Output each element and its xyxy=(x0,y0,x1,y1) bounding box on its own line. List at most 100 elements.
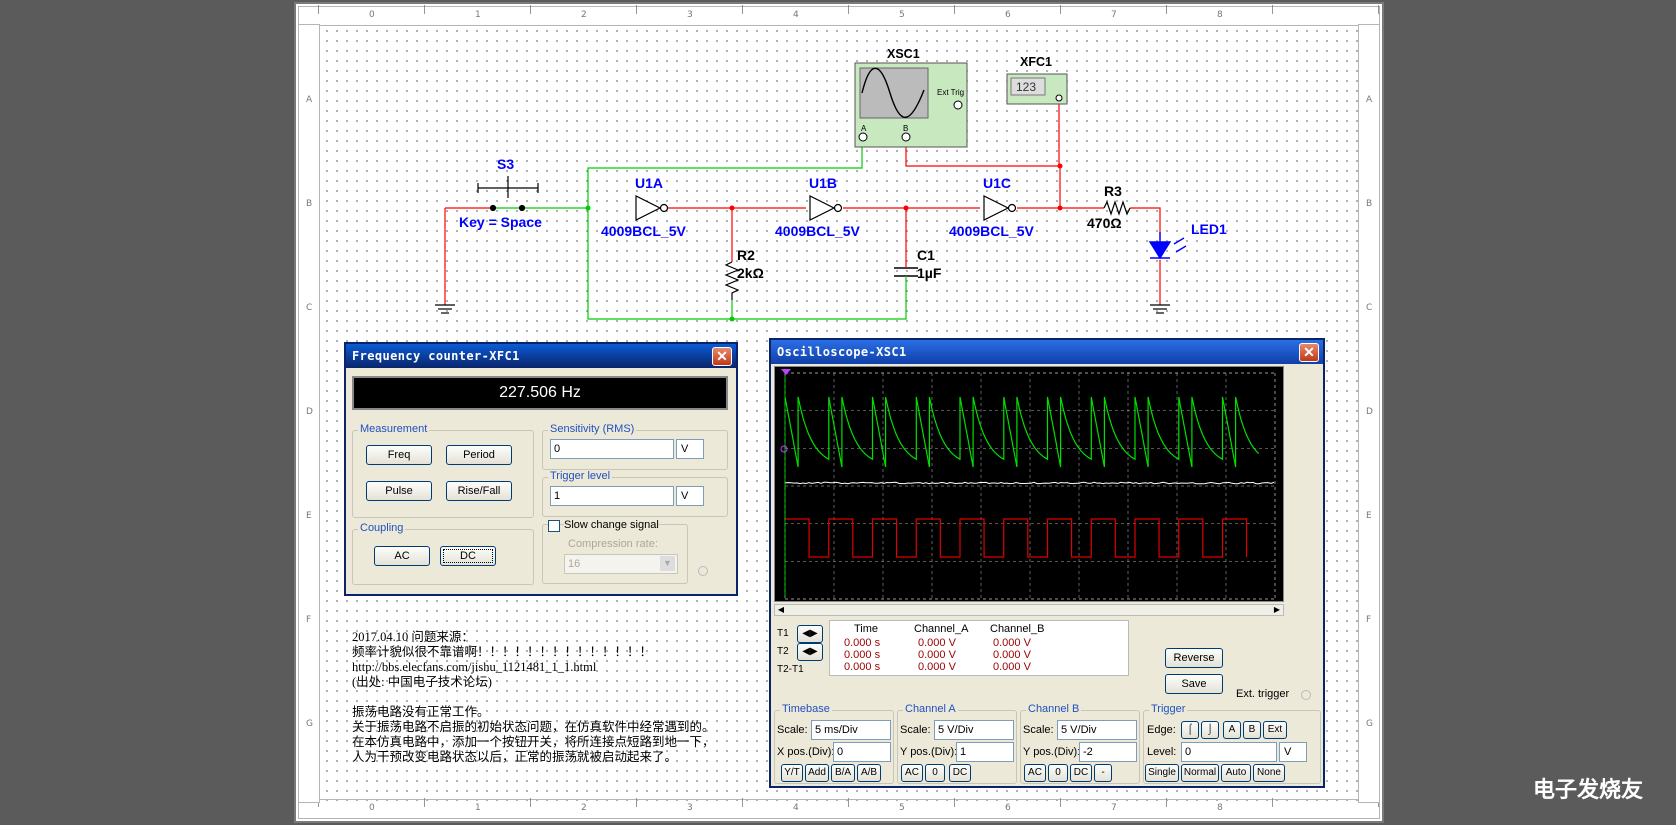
readout-cell: 0.000 s xyxy=(844,649,880,661)
slow-change-checkbox[interactable] xyxy=(548,520,560,532)
channel-b-ac-button[interactable]: AC xyxy=(1024,764,1046,782)
window-title: Frequency counter-XFC1 xyxy=(346,344,736,368)
window-title: Oscilloscope-XSC1 xyxy=(771,340,1323,364)
readout-cell: 0.000 V xyxy=(993,661,1031,673)
channel-a-ground-button[interactable]: 0 xyxy=(925,764,945,782)
channel-a-scale-input[interactable]: 5 V/Div xyxy=(934,720,1014,740)
channel-b-scale-input[interactable]: 5 V/Div xyxy=(1057,720,1137,740)
scroll-right-icon[interactable]: ▶ xyxy=(1271,605,1283,615)
save-button[interactable]: Save xyxy=(1165,674,1223,694)
resistor-r3[interactable] xyxy=(1104,202,1130,214)
reverse-button[interactable]: Reverse xyxy=(1165,648,1223,668)
readout-cell: 0.000 V xyxy=(918,661,956,673)
channel-b-terminal: B xyxy=(903,124,908,133)
ext-trigger-terminal-icon[interactable] xyxy=(1301,690,1311,700)
rising-edge-icon[interactable]: ⌠ xyxy=(1181,721,1199,739)
note-line: (出处: 中国电子技术论坛) xyxy=(352,675,762,690)
u1c-label: U1C xyxy=(983,175,1011,191)
trigger-source-b-button[interactable]: B xyxy=(1243,721,1261,739)
note-line: http://bbs.elecfans.com/jishu_1121481_1_… xyxy=(352,660,762,675)
auto-trigger-button[interactable]: Auto xyxy=(1221,764,1251,782)
falling-edge-icon[interactable]: ⌡ xyxy=(1201,721,1219,739)
scroll-left-icon[interactable]: ◀ xyxy=(775,605,787,615)
channel-b-dc-button[interactable]: DC xyxy=(1070,764,1092,782)
led-diode[interactable] xyxy=(1150,232,1186,258)
trigger-level-input[interactable]: 0 xyxy=(1181,742,1277,762)
period-button[interactable]: Period xyxy=(446,445,512,465)
channel-a-offset-marker[interactable] xyxy=(781,446,787,452)
u1a-part: 4009BCL_5V xyxy=(601,223,686,239)
compression-label: Compression rate: xyxy=(568,538,658,550)
x-pos-input[interactable]: 0 xyxy=(833,742,891,762)
trigger-level-input[interactable]: 1 xyxy=(550,486,674,506)
dc-coupling-button[interactable]: DC xyxy=(440,546,496,566)
channel-b-ypos-input[interactable]: -2 xyxy=(1079,742,1137,762)
r2-value: 2kΩ xyxy=(737,265,764,281)
timebase-scale-label: Scale: xyxy=(777,724,808,736)
oscilloscope-window[interactable]: Oscilloscope-XSC1 ✕ ◀ ▶ T1 T2 T2-T1 ◀▶ ◀… xyxy=(769,338,1325,788)
t2-cursor-arrows[interactable]: ◀▶ xyxy=(797,643,823,661)
watermark-logo: 电子发烧友 xyxy=(1533,772,1643,804)
trigger-label: Trigger xyxy=(1149,703,1187,715)
capacitor-c1[interactable] xyxy=(894,262,918,284)
pushbutton-switch[interactable] xyxy=(445,176,538,211)
horizontal-scrollbar[interactable]: ◀ ▶ xyxy=(774,604,1284,616)
b-over-a-button[interactable]: B/A xyxy=(831,764,855,782)
t1-cursor-arrows[interactable]: ◀▶ xyxy=(797,625,823,643)
none-trigger-button[interactable]: None xyxy=(1253,764,1285,782)
r3-label: R3 xyxy=(1104,183,1122,199)
channel-a-terminal: A xyxy=(861,124,867,133)
ext-trigger-label: Ext. trigger xyxy=(1236,688,1289,700)
channel-a-label: Channel A xyxy=(903,703,958,715)
channel-a-ac-button[interactable]: AC xyxy=(901,764,923,782)
frequency-counter-window[interactable]: Frequency counter-XFC1 ✕ 227.506 Hz Meas… xyxy=(344,342,738,596)
channel-b-ypos-label: Y pos.(Div): xyxy=(1023,746,1080,758)
channel-a-dc-button[interactable]: DC xyxy=(949,764,971,782)
sensitivity-unit-select[interactable]: V xyxy=(676,439,704,459)
oscilloscope-instrument[interactable] xyxy=(855,63,967,147)
rise-fall-button[interactable]: Rise/Fall xyxy=(446,481,512,501)
trigger-level-unit-select[interactable]: V xyxy=(676,486,704,506)
pulse-button[interactable]: Pulse xyxy=(366,481,432,501)
trigger-level-label: Level: xyxy=(1147,746,1176,758)
close-icon[interactable]: ✕ xyxy=(1299,343,1319,362)
yt-button[interactable]: Y/T xyxy=(781,764,803,782)
xsc1-label: XSC1 xyxy=(887,47,920,61)
normal-trigger-button[interactable]: Normal xyxy=(1181,764,1219,782)
channel-a-scale-label: Scale: xyxy=(900,724,931,736)
trigger-source-ext-button[interactable]: Ext xyxy=(1263,721,1287,739)
notes-text: 2017.04.10 问题来源： 频率计貌似很不靠谱啊！！！！！！！！！！！！！… xyxy=(352,630,762,765)
channel-b-invert-button[interactable]: - xyxy=(1094,764,1112,782)
c1-label: C1 xyxy=(917,247,935,263)
c1-value: 1µF xyxy=(917,265,942,281)
note-line: 2017.04.10 问题来源： xyxy=(352,630,762,645)
readout-header-channel-a: Channel_A xyxy=(914,623,968,635)
channel-a-ypos-input[interactable]: 1 xyxy=(956,742,1014,762)
note-line xyxy=(352,690,762,705)
add-button[interactable]: Add xyxy=(805,764,829,782)
note-line: 关于振荡电路不启振的初始状态问题，在仿真软件中经常遇到的。 xyxy=(352,720,762,735)
trigger-source-a-button[interactable]: A xyxy=(1223,721,1241,739)
chevron-down-icon[interactable]: ▼ xyxy=(660,556,675,571)
close-icon[interactable]: ✕ xyxy=(712,347,732,366)
trigger-level-unit-select[interactable]: V xyxy=(1279,742,1307,762)
channel-b-ground-button[interactable]: 0 xyxy=(1048,764,1068,782)
oscilloscope-display[interactable] xyxy=(774,366,1284,602)
single-trigger-button[interactable]: Single xyxy=(1145,764,1179,782)
slow-change-label: Slow change signal xyxy=(564,519,659,531)
coupling-label: Coupling xyxy=(358,522,405,534)
ac-coupling-button[interactable]: AC xyxy=(374,546,430,566)
cursor-t1-marker[interactable] xyxy=(781,369,791,375)
channel-b-scale-label: Scale: xyxy=(1023,724,1054,736)
sensitivity-input[interactable]: 0 xyxy=(550,439,674,459)
freq-button[interactable]: Freq xyxy=(366,445,432,465)
switch-key-label: Key = Space xyxy=(459,214,542,230)
timebase-scale-input[interactable]: 5 ms/Div xyxy=(811,720,891,740)
channel-b-label: Channel B xyxy=(1026,703,1081,715)
led1-label: LED1 xyxy=(1191,221,1227,237)
red-wires xyxy=(445,98,1160,305)
s3-label: S3 xyxy=(497,156,514,172)
measurement-group xyxy=(352,430,534,518)
u1c-part: 4009BCL_5V xyxy=(949,223,1034,239)
a-over-b-button[interactable]: A/B xyxy=(857,764,881,782)
